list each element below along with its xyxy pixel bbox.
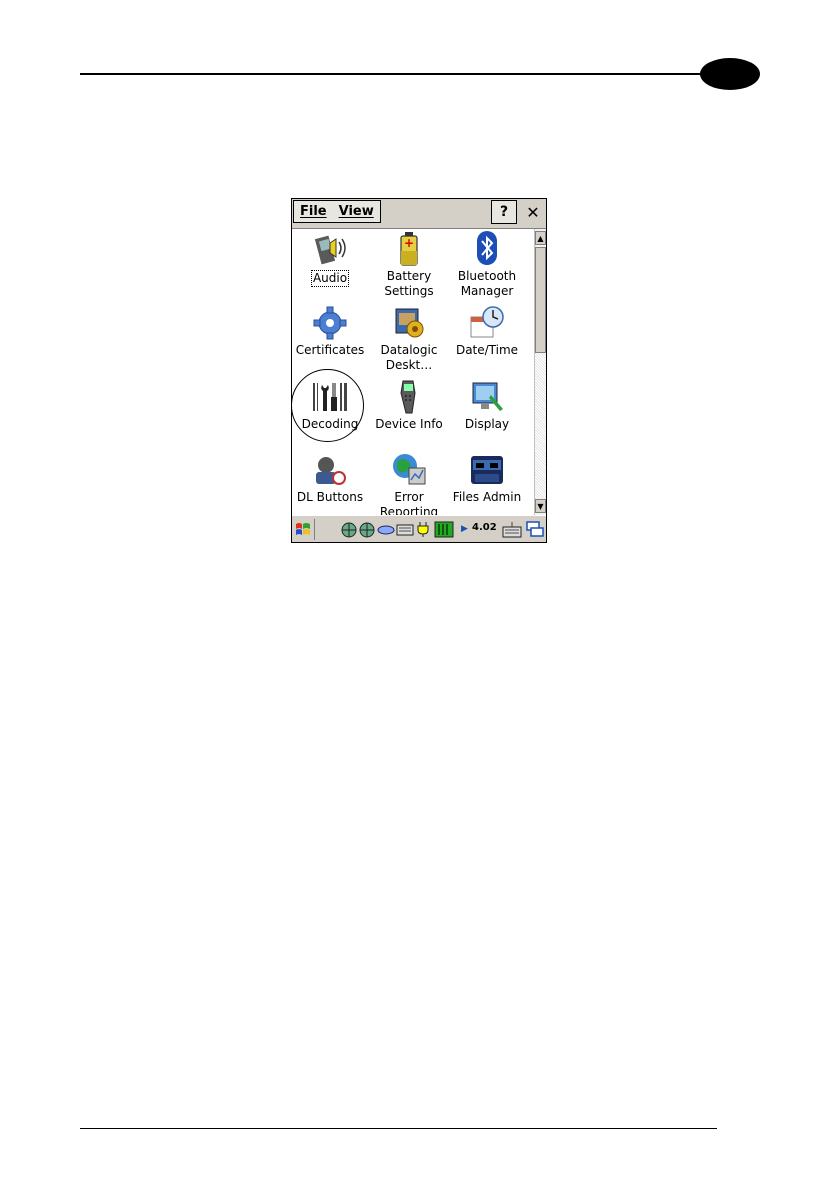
decoding-icon [313,383,347,411]
scroll-up-arrow-icon[interactable]: ▲ [535,231,546,245]
applet-audio[interactable]: Audio [292,231,370,287]
soft-keyboard-icon[interactable] [502,521,522,538]
menu-group: File View [293,200,381,223]
applet-files-admin[interactable]: Files Admin [447,452,527,505]
applet-label: Certificates [295,343,365,357]
svg-text:+: + [404,236,414,250]
applet-display[interactable]: Display [447,379,527,432]
applet-label: Date/Time [455,343,519,357]
menubar: File View ? ✕ [292,199,546,229]
keyboard-input-icon[interactable] [396,521,414,538]
date-time-icon [470,306,504,338]
applet-bluetooth-manager[interactable]: Bluetooth Manager [447,231,527,299]
applet-label: Error Reporting [379,490,439,515]
start-windows-flag-icon[interactable] [294,521,312,538]
dl-buttons-icon [316,457,346,485]
menu-view[interactable]: View [333,204,380,219]
applet-label: Datalogic Deskt… [380,343,438,372]
footer-rule [80,1128,717,1129]
device-info-icon [400,380,416,414]
help-button[interactable]: ? [491,200,517,224]
chapter-tab [700,58,760,90]
power-plug-icon[interactable] [416,521,432,538]
task-switcher-icon[interactable] [526,521,544,538]
applet-date-time[interactable]: Date/Time [447,305,527,358]
network-globe-icon[interactable] [358,521,376,538]
files-admin-icon [471,456,503,484]
applet-grid: Audio + Battery Settings Bluetooth Manag… [292,229,534,515]
applet-error-reporting[interactable]: Error Reporting [369,452,449,515]
applet-label: Bluetooth Manager [457,269,517,298]
scroll-thumb[interactable] [535,247,546,353]
error-reporting-icon [393,454,426,485]
applet-label: Files Admin [452,490,522,504]
applet-label: Audio [310,270,350,287]
applet-certificates[interactable]: Certificates [292,305,370,358]
battery-status-icon[interactable] [434,521,456,538]
taskbar-separator [314,519,315,540]
applet-label: Battery Settings [384,269,434,298]
scroll-down-arrow-icon[interactable]: ▼ [535,499,546,513]
battery-icon: + [400,232,418,266]
network-globe-icon[interactable] [340,521,358,538]
applet-label: Device Info [375,417,443,431]
datalogic-desktop-icon [395,308,424,338]
header-rule [80,73,730,75]
control-panel-window: File View ? ✕ Audio + Battery Settings B… [291,198,547,543]
applet-dl-buttons[interactable]: DL Buttons [292,452,370,505]
close-button[interactable]: ✕ [521,200,545,224]
applet-label: Display [464,417,510,431]
taskbar: ▶ 4.02 [292,515,546,542]
expand-arrow-icon[interactable]: ▶ [461,524,468,534]
audio-icon [314,235,346,265]
vertical-scrollbar[interactable]: ▲ ▼ [534,229,546,515]
applet-label: Decoding [301,417,359,431]
display-icon [472,382,503,411]
applet-label: DL Buttons [296,490,364,504]
applet-decoding[interactable]: Decoding [292,379,370,432]
menu-file[interactable]: File [294,204,333,219]
version-text: 4.02 [472,522,497,533]
applet-datalogic-desktop[interactable]: Datalogic Deskt… [369,305,449,373]
certificates-icon [313,306,347,340]
bluetooth-icon [477,231,497,265]
connection-icon[interactable] [377,521,395,538]
applet-battery-settings[interactable]: + Battery Settings [369,231,449,299]
applet-device-info[interactable]: Device Info [369,379,449,432]
